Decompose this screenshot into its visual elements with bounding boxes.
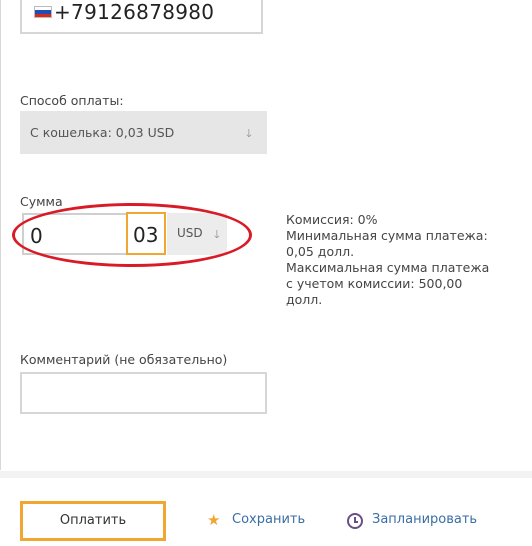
payment-method-value: С кошелька: 0,03 USD xyxy=(30,125,175,140)
russia-flag-icon xyxy=(34,6,52,18)
arrow-down-icon: 🡓 xyxy=(246,127,252,140)
highlight-ellipse xyxy=(12,203,252,267)
phone-value: +79126878980 xyxy=(54,0,215,24)
star-icon: ★ xyxy=(207,511,221,529)
max-amount-text: Максимальная сумма платежа с учетом коми… xyxy=(286,260,490,307)
schedule-link[interactable]: Запланировать xyxy=(372,512,477,527)
commission-text: Комиссия: 0% xyxy=(286,212,378,227)
payment-info: Комиссия: 0% Минимальная сумма платежа: … xyxy=(286,212,516,308)
min-amount-text: Минимальная сумма платежа: 0,05 долл. xyxy=(286,228,488,259)
phone-field[interactable]: +79126878980 xyxy=(20,0,263,34)
comment-label: Комментарий (не обязательно) xyxy=(20,352,228,367)
payment-method-select[interactable]: С кошелька: 0,03 USD 🡓 xyxy=(20,111,267,154)
payment-method-label: Способ оплаты: xyxy=(20,93,124,108)
save-link[interactable]: Сохранить xyxy=(232,512,305,527)
amount-label: Сумма xyxy=(20,194,63,209)
clock-icon xyxy=(347,513,363,529)
pay-button[interactable]: Оплатить xyxy=(20,501,166,541)
comment-input[interactable] xyxy=(20,372,267,414)
container-border xyxy=(0,0,1,470)
